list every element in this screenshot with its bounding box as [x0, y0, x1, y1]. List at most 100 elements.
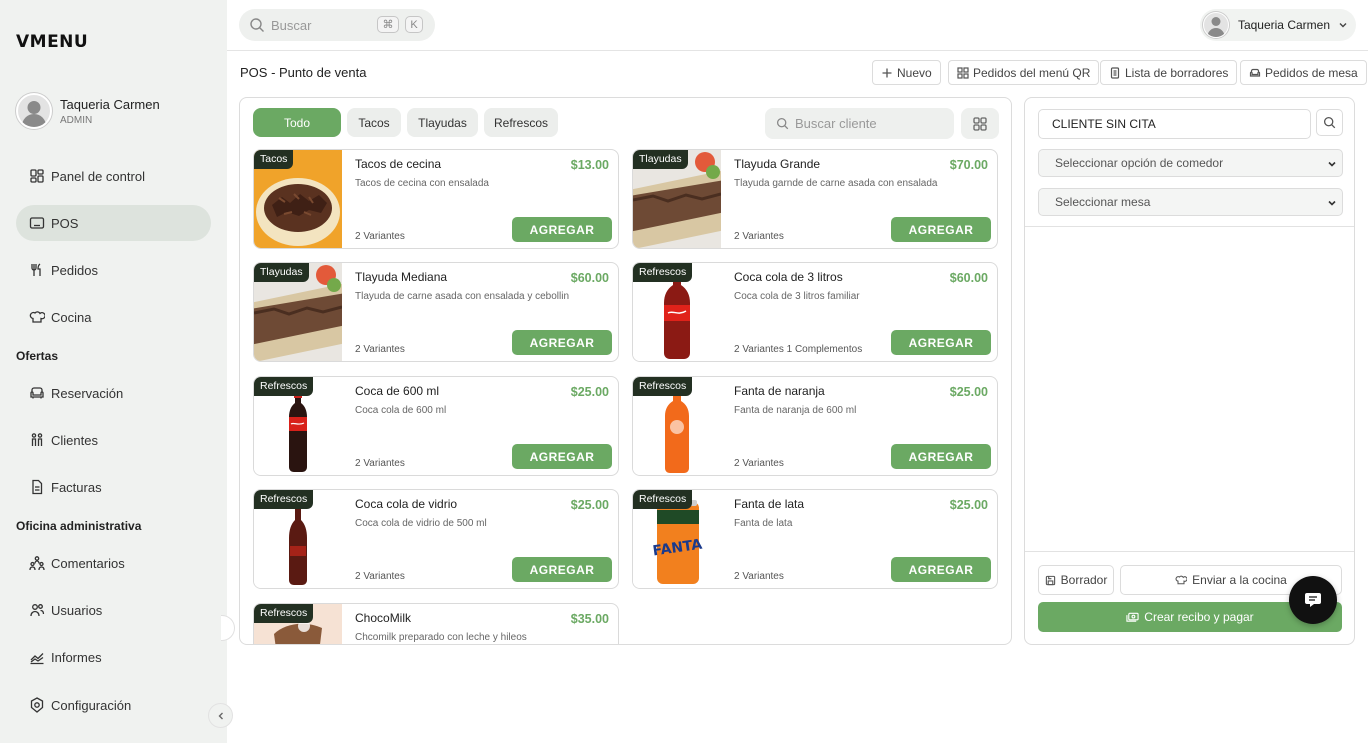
product-variants: 2 Variantes: [734, 571, 784, 582]
product-card[interactable]: FANTA Refrescos Fanta de lata $25.00 Fan…: [632, 489, 998, 589]
search-input[interactable]: [271, 17, 371, 33]
qr-orders-label: Pedidos del menú QR: [973, 65, 1091, 80]
client-field[interactable]: CLIENTE SIN CITA: [1038, 109, 1311, 139]
table-value: Seleccionar mesa: [1055, 195, 1151, 209]
comments-icon: [29, 556, 45, 571]
sidebar-item-comentarios[interactable]: Comentarios: [16, 545, 211, 581]
product-card[interactable]: Refrescos ChocoMilk $35.00 Chcomilk prep…: [253, 603, 619, 644]
profile-role: ADMIN: [60, 114, 93, 126]
search-icon: [1323, 116, 1336, 129]
sidebar-item-label: Informes: [51, 649, 102, 665]
divider: [1025, 551, 1354, 552]
sidebar-item-label: Panel de control: [51, 168, 145, 184]
product-card[interactable]: Refrescos Coca cola de 3 litros $60.00 C…: [632, 262, 998, 362]
table-orders-button[interactable]: Pedidos de mesa: [1240, 60, 1367, 85]
topbar: ⌘ K Taqueria Carmen: [227, 0, 1368, 51]
grid-view-button[interactable]: [961, 108, 999, 139]
drafts-list-label: Lista de borradores: [1125, 65, 1229, 80]
user-menu[interactable]: Taqueria Carmen: [1199, 9, 1356, 41]
products-panel: Todo Tacos Tlayudas Refrescos Tacos Taco…: [239, 97, 1012, 645]
sidebar-profile[interactable]: Taqueria Carmen ADMIN: [16, 91, 211, 131]
sidebar-item-label: Reservación: [51, 385, 124, 401]
client-search[interactable]: [765, 108, 954, 139]
product-description: Coca cola de vidrio de 500 ml: [355, 518, 487, 529]
product-card[interactable]: Tlayudas Tlayuda Grande $70.00 Tlayuda g…: [632, 149, 998, 249]
add-product-button[interactable]: AGREGAR: [891, 217, 991, 242]
drafts-list-button[interactable]: Lista de borradores: [1100, 60, 1238, 85]
chat-button[interactable]: [1289, 576, 1337, 624]
product-price: $70.00: [949, 158, 988, 172]
avatar: [1202, 12, 1229, 38]
product-card[interactable]: Refrescos Coca de 600 ml $25.00 Coca col…: [253, 376, 619, 476]
sidebar-item-panel-de-control[interactable]: Panel de control: [16, 158, 211, 194]
chevron-down-icon: [1339, 23, 1347, 28]
sidebar-item-informes[interactable]: Informes: [16, 639, 211, 675]
product-name: ChocoMilk: [355, 611, 412, 625]
settings-icon: [30, 697, 44, 713]
product-price: $60.00: [570, 271, 609, 285]
sidebar-item-label: Comentarios: [51, 555, 125, 571]
add-product-button[interactable]: AGREGAR: [512, 444, 612, 469]
dining-option-select[interactable]: Seleccionar opción de comedor: [1038, 149, 1343, 177]
product-name: Coca cola de vidrio: [355, 497, 458, 511]
global-search[interactable]: ⌘ K: [239, 9, 435, 41]
product-card[interactable]: Tacos Tacos de cecina $13.00 Tacos de ce…: [253, 149, 619, 249]
add-product-button[interactable]: AGREGAR: [512, 330, 612, 355]
add-product-button[interactable]: AGREGAR: [891, 557, 991, 582]
sidebar-item-cocina[interactable]: Cocina: [16, 299, 211, 335]
sidebar-item-label: Configuración: [51, 697, 132, 713]
add-product-button[interactable]: AGREGAR: [512, 217, 612, 242]
table-orders-label: Pedidos de mesa: [1265, 65, 1358, 80]
table-select[interactable]: Seleccionar mesa: [1038, 188, 1343, 216]
product-tag: Refrescos: [254, 604, 314, 623]
tablet-icon: [29, 217, 45, 229]
product-name: Tacos de cecina: [355, 157, 442, 171]
add-product-button[interactable]: AGREGAR: [512, 557, 612, 582]
qr-grid-icon: [957, 66, 969, 79]
category-chip-refrescos[interactable]: Refrescos: [484, 108, 558, 137]
product-variants: 2 Variantes: [355, 458, 405, 469]
product-card[interactable]: Refrescos Fanta de naranja $25.00 Fanta …: [632, 376, 998, 476]
product-tag: Tacos: [254, 150, 294, 169]
client-search-button[interactable]: [1316, 109, 1343, 136]
sidebar-item-label: Usuarios: [51, 602, 103, 618]
product-description: Fanta de lata: [734, 518, 793, 529]
add-product-button[interactable]: AGREGAR: [891, 444, 991, 469]
product-price: $25.00: [570, 498, 609, 512]
users-icon: [30, 604, 45, 617]
document-icon: [1110, 66, 1120, 79]
sidebar-item-configuracion[interactable]: Configuración: [16, 687, 211, 723]
category-chip-tacos[interactable]: Tacos: [347, 108, 401, 137]
grid-view-icon: [973, 116, 987, 131]
product-description: Tlayuda de carne asada con ensalada y ce…: [355, 291, 570, 302]
qr-orders-button[interactable]: Pedidos del menú QR: [948, 60, 1100, 85]
product-variants: 2 Variantes: [355, 344, 405, 355]
draft-button[interactable]: Borrador: [1038, 565, 1114, 595]
dashboard-icon: [30, 169, 44, 183]
user-name: Taqueria Carmen: [1237, 18, 1330, 32]
sidebar-collapse-button[interactable]: [208, 703, 233, 728]
sidebar-item-clientes[interactable]: Clientes: [16, 422, 211, 458]
shortcut-command-key: ⌘: [377, 16, 399, 33]
client-search-input[interactable]: [795, 116, 945, 131]
sidebar-item-pos[interactable]: POS: [16, 205, 211, 241]
search-icon: [776, 117, 789, 130]
sidebar-item-usuarios[interactable]: Usuarios: [16, 592, 211, 628]
product-description: Tacos de cecina con ensalada: [355, 178, 489, 189]
add-product-button[interactable]: AGREGAR: [891, 330, 991, 355]
chevron-down-icon: [1328, 161, 1336, 167]
product-card[interactable]: Tlayudas Tlayuda Mediana $60.00 Tlayuda …: [253, 262, 619, 362]
product-card[interactable]: Refrescos Coca cola de vidrio $25.00 Coc…: [253, 489, 619, 589]
chevron-left-icon: [218, 712, 223, 719]
utensils-icon: [31, 263, 41, 276]
brand-logo[interactable]: VMENU: [16, 32, 88, 52]
new-button-label: Nuevo: [897, 65, 932, 80]
category-chip-tlayudas[interactable]: Tlayudas: [407, 108, 478, 137]
new-button[interactable]: Nuevo: [872, 60, 941, 85]
sidebar-item-pedidos[interactable]: Pedidos: [16, 252, 211, 288]
sofa-icon: [30, 387, 44, 399]
sidebar-item-facturas[interactable]: Facturas: [16, 469, 211, 505]
sidebar-item-reservacion[interactable]: Reservación: [16, 375, 211, 411]
category-chip-todo[interactable]: Todo: [253, 108, 341, 137]
product-description: Fanta de naranja de 600 ml: [734, 405, 857, 416]
